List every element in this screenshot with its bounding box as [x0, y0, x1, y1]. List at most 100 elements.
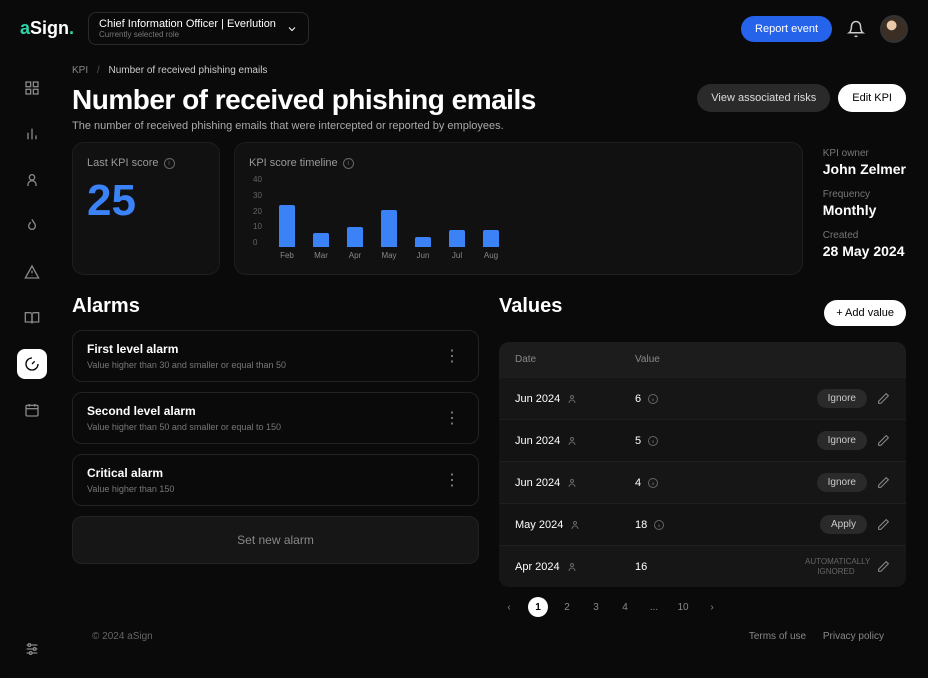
nav-docs[interactable]: [17, 303, 47, 333]
add-value-button[interactable]: + Add value: [824, 300, 906, 326]
row-action-button[interactable]: Ignore: [817, 431, 867, 450]
alarm-menu-button[interactable]: ⋮: [440, 342, 464, 370]
nav-analytics[interactable]: [17, 119, 47, 149]
view-risks-button[interactable]: View associated risks: [697, 84, 830, 112]
edit-icon[interactable]: [877, 392, 890, 405]
pager-page[interactable]: ...: [644, 597, 664, 617]
alarm-menu-button[interactable]: ⋮: [440, 466, 464, 494]
value-row: Jun 2024 4 Ignore: [499, 461, 906, 503]
y-axis: 403020100: [253, 175, 262, 247]
nav-users[interactable]: [17, 165, 47, 195]
logo[interactable]: aSign.: [20, 18, 74, 39]
row-date: Apr 2024: [515, 561, 560, 573]
bell-icon: [847, 20, 865, 38]
pager-page[interactable]: 1: [528, 597, 548, 617]
sliders-icon: [24, 641, 40, 657]
edit-icon[interactable]: [877, 560, 890, 573]
breadcrumb-root[interactable]: KPI: [72, 65, 88, 76]
page-subtitle: The number of received phishing emails t…: [72, 120, 536, 132]
role-sublabel: Currently selected role: [99, 30, 276, 39]
user-icon: [566, 435, 578, 447]
alarm-desc: Value higher than 30 and smaller or equa…: [87, 360, 440, 370]
edit-kpi-button[interactable]: Edit KPI: [838, 84, 906, 112]
nav-calendar[interactable]: [17, 395, 47, 425]
kpi-meta: KPI ownerJohn Zelmer FrequencyMonthly Cr…: [817, 142, 906, 275]
alert-icon: [24, 264, 40, 280]
row-date: Jun 2024: [515, 393, 560, 405]
values-title: Values: [499, 295, 562, 318]
chart-bar: [415, 237, 431, 247]
value-row: Apr 2024 16 AUTOMATICALLY IGNORED: [499, 545, 906, 587]
last-score-card: Last KPI scorei 25: [72, 142, 220, 275]
nav-dashboard[interactable]: [17, 73, 47, 103]
privacy-link[interactable]: Privacy policy: [823, 631, 884, 642]
grid-icon: [24, 80, 40, 96]
info-icon: [647, 435, 659, 447]
info-icon: [647, 477, 659, 489]
sidebar: [0, 57, 64, 678]
kpi-frequency: Monthly: [823, 202, 906, 218]
breadcrumb-current: Number of received phishing emails: [108, 65, 267, 76]
row-date: Jun 2024: [515, 477, 560, 489]
avatar[interactable]: [880, 15, 908, 43]
x-axis: FebMarAprMayJunJulAug: [279, 251, 788, 260]
pager-page[interactable]: 4: [615, 597, 635, 617]
calendar-icon: [24, 402, 40, 418]
report-event-button[interactable]: Report event: [741, 16, 832, 42]
kpi-owner: John Zelmer: [823, 161, 906, 177]
last-score-value: 25: [87, 179, 205, 223]
value-row: Jun 2024 5 Ignore: [499, 419, 906, 461]
pager-prev[interactable]: ‹: [499, 597, 519, 617]
topbar: aSign. Chief Information Officer | Everl…: [0, 0, 928, 57]
gauge-icon: [24, 356, 40, 372]
row-action-button[interactable]: Ignore: [817, 473, 867, 492]
row-action-button[interactable]: Ignore: [817, 389, 867, 408]
notifications-button[interactable]: [846, 19, 866, 39]
pagination: ‹ 1234... 10 ›: [499, 597, 906, 617]
timeline-card: KPI score timelinei 403020100: [234, 142, 803, 275]
row-value: 4: [635, 477, 641, 489]
edit-icon[interactable]: [877, 434, 890, 447]
values-table: Date Value Jun 20246IgnoreJun 20245Ignor…: [499, 342, 906, 587]
footer: © 2024 aSign Terms of use Privacy policy: [72, 617, 906, 650]
role-selector[interactable]: Chief Information Officer | Everlution C…: [88, 12, 309, 45]
chart-bar: [279, 205, 295, 247]
edit-icon[interactable]: [877, 518, 890, 531]
book-icon: [24, 310, 40, 326]
pager-next[interactable]: ›: [702, 597, 722, 617]
set-new-alarm-button[interactable]: Set new alarm: [72, 516, 479, 564]
alarm-title: Second level alarm: [87, 404, 440, 418]
info-icon: [647, 393, 659, 405]
alarm-item[interactable]: First level alarm Value higher than 30 an…: [72, 330, 479, 382]
alarm-item[interactable]: Critical alarmValue higher than 150⋮: [72, 454, 479, 506]
alarm-menu-button[interactable]: ⋮: [440, 404, 464, 432]
terms-link[interactable]: Terms of use: [749, 631, 806, 642]
chart-bar: [381, 210, 397, 247]
nav-settings[interactable]: [17, 634, 47, 664]
row-date: Jun 2024: [515, 435, 560, 447]
info-icon[interactable]: i: [164, 158, 175, 169]
pager-page[interactable]: 3: [586, 597, 606, 617]
nav-kpi[interactable]: [17, 349, 47, 379]
chart-bar: [313, 233, 329, 247]
alarm-item[interactable]: Second level alarm Value higher than 50 a…: [72, 392, 479, 444]
row-action-button[interactable]: Apply: [820, 515, 867, 534]
value-row: May 202418Apply: [499, 503, 906, 545]
info-icon[interactable]: i: [343, 158, 354, 169]
alarms-title: Alarms: [72, 295, 479, 318]
nav-risks[interactable]: [17, 211, 47, 241]
edit-icon[interactable]: [877, 476, 890, 489]
chart-bar: [449, 230, 465, 247]
row-value: 16: [635, 561, 647, 573]
pager-page[interactable]: 2: [557, 597, 577, 617]
chart-bar: [483, 230, 499, 247]
row-value: 5: [635, 435, 641, 447]
chart-bar: [347, 227, 363, 247]
alarm-desc: Value higher than 50 and smaller or equa…: [87, 422, 440, 432]
auto-ignored-label: AUTOMATICALLY IGNORED: [805, 557, 867, 576]
alarm-title: First level alarm: [87, 342, 440, 356]
pager-page[interactable]: 10: [673, 597, 693, 617]
nav-alerts[interactable]: [17, 257, 47, 287]
user-icon: [566, 477, 578, 489]
user-icon: [24, 172, 40, 188]
